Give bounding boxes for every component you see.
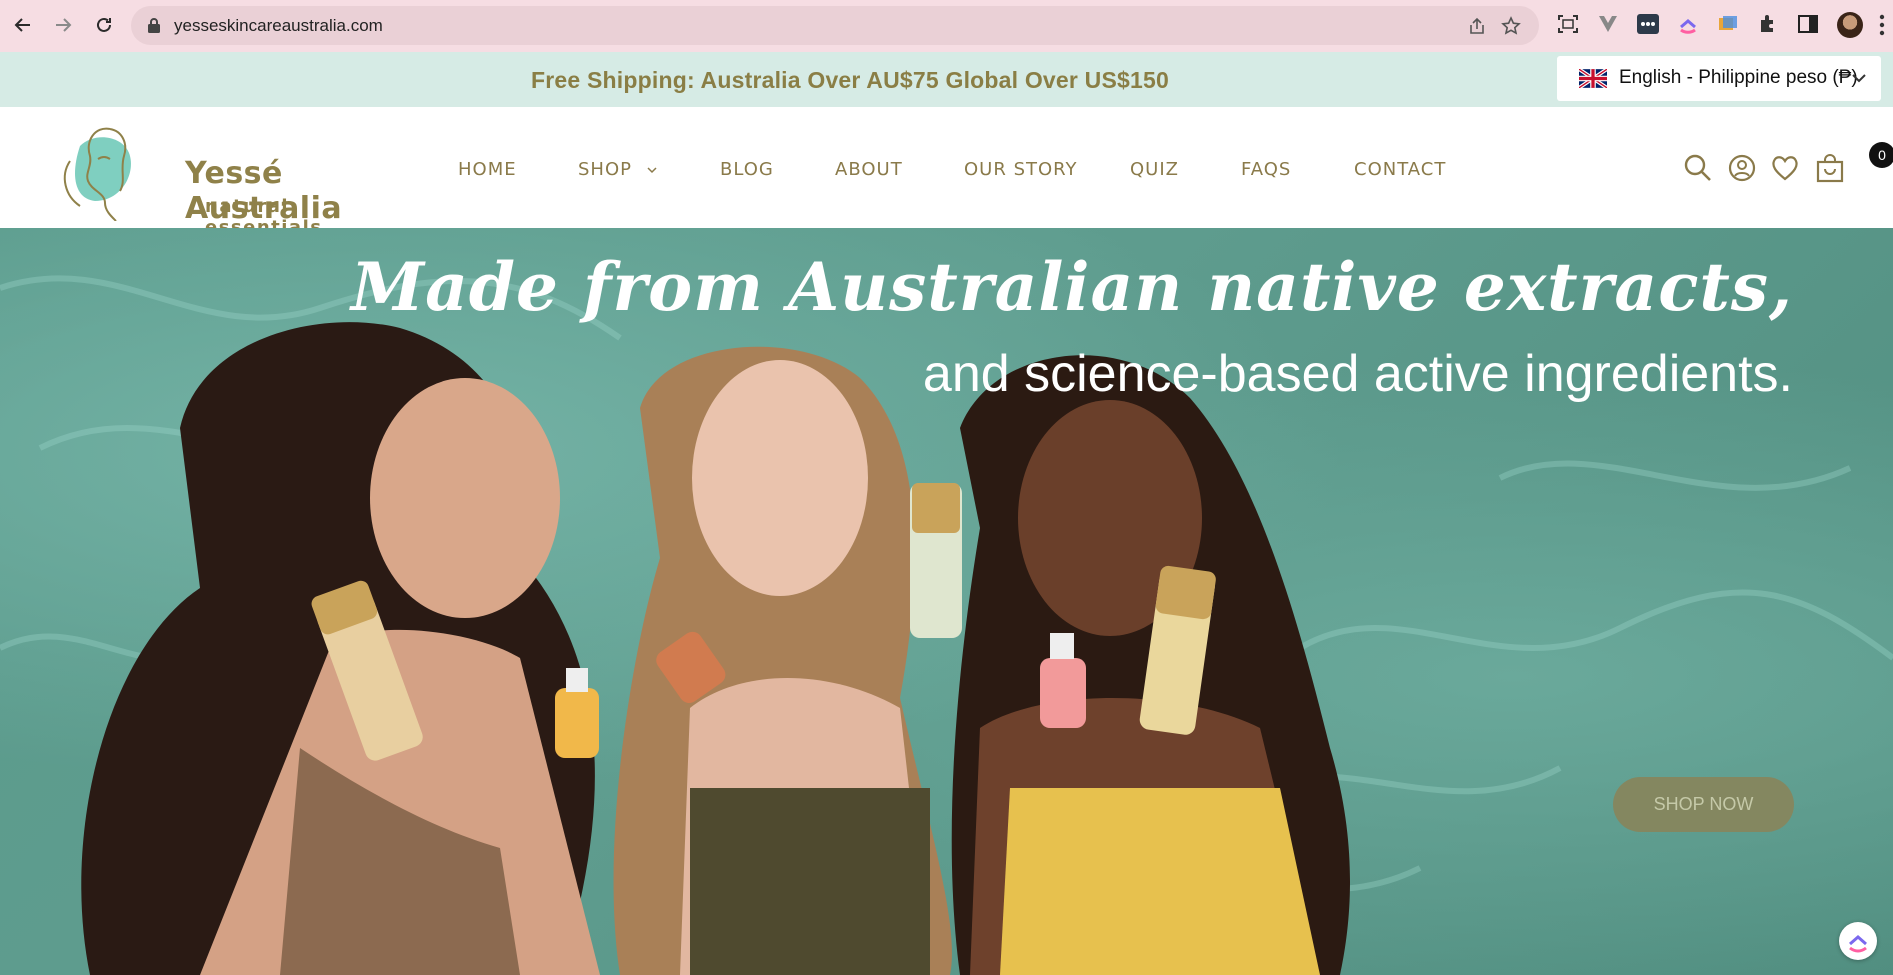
shop-now-button[interactable]: SHOP NOW bbox=[1613, 777, 1794, 832]
profile-avatar[interactable] bbox=[1837, 12, 1863, 38]
share-icon[interactable] bbox=[1467, 16, 1487, 36]
nav-our-story[interactable]: OUR STORY bbox=[964, 159, 1078, 180]
cart-bag-icon[interactable] bbox=[1815, 153, 1845, 183]
language-currency-selector[interactable]: English - Philippine peso (₱) bbox=[1557, 56, 1881, 101]
chevron-down-icon bbox=[1852, 74, 1866, 83]
free-shipping-text: Free Shipping: Australia Over AU$75 Glob… bbox=[531, 67, 1169, 93]
site-header: Yessé Australia natural essentials HOME … bbox=[0, 107, 1893, 238]
nav-about[interactable]: ABOUT bbox=[835, 159, 903, 180]
nav-blog[interactable]: BLOG bbox=[720, 159, 774, 180]
hero-subheadline: and science-based active ingredients. bbox=[922, 345, 1793, 403]
uk-flag-icon bbox=[1579, 69, 1607, 88]
nav-home[interactable]: HOME bbox=[458, 159, 517, 180]
back-icon[interactable] bbox=[10, 12, 36, 38]
chevron-down-icon bbox=[647, 167, 657, 174]
hero-headline: Made from Australian native extracts, bbox=[351, 248, 1793, 326]
more-menu-icon[interactable] bbox=[1879, 14, 1885, 36]
nav-shop-label: SHOP bbox=[578, 159, 632, 180]
models-holding-products-photo bbox=[81, 322, 1350, 975]
browser-toolbar: yesseskincareaustralia.com bbox=[0, 0, 1893, 52]
nav-quiz[interactable]: QUIZ bbox=[1130, 159, 1179, 180]
clickup-icon bbox=[1849, 935, 1867, 953]
lock-icon bbox=[148, 18, 160, 33]
wishlist-heart-icon[interactable] bbox=[1770, 153, 1800, 183]
nav-shop[interactable]: SHOP bbox=[578, 159, 657, 180]
nav-contact[interactable]: CONTACT bbox=[1354, 159, 1446, 180]
forward-icon[interactable] bbox=[50, 12, 76, 38]
puzzle-extensions-icon[interactable] bbox=[1756, 12, 1780, 36]
vue-extension-icon[interactable] bbox=[1596, 12, 1620, 36]
bookmark-star-icon[interactable] bbox=[1501, 16, 1521, 36]
cart-count-badge: 0 bbox=[1869, 142, 1893, 168]
hero-banner[interactable]: Made from Australian native extracts, an… bbox=[0, 228, 1893, 975]
clickup-extension-icon[interactable] bbox=[1676, 12, 1700, 36]
screenshot-extension-icon[interactable] bbox=[1556, 12, 1580, 36]
site-logo[interactable]: Yessé Australia natural essentials bbox=[50, 121, 370, 238]
nav-faqs[interactable]: FAQS bbox=[1241, 159, 1291, 180]
address-bar[interactable]: yesseskincareaustralia.com bbox=[131, 6, 1539, 45]
reload-icon[interactable] bbox=[91, 12, 117, 38]
dots-extension-icon[interactable] bbox=[1636, 12, 1660, 36]
side-panel-icon[interactable] bbox=[1796, 12, 1820, 36]
search-icon[interactable] bbox=[1683, 153, 1713, 183]
account-icon[interactable] bbox=[1727, 153, 1757, 183]
url-text: yesseskincareaustralia.com bbox=[174, 16, 383, 35]
language-label: English - Philippine peso (₱) bbox=[1619, 67, 1858, 88]
face-logo-icon bbox=[63, 127, 131, 221]
clickup-chat-fab[interactable] bbox=[1839, 922, 1877, 960]
tab-manager-extension-icon[interactable] bbox=[1716, 12, 1740, 36]
